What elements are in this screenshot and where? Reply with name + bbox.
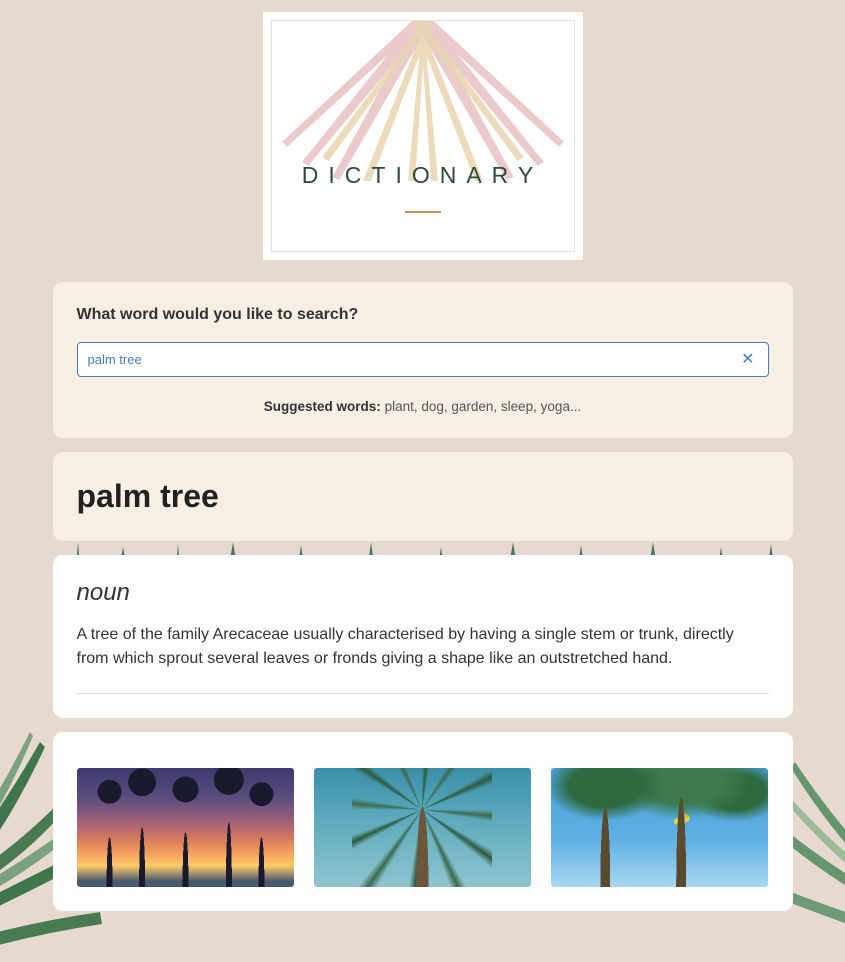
part-of-speech: noun [77,579,769,607]
suggestions-line: Suggested words: plant, dog, garden, sle… [77,399,769,414]
clear-search-button[interactable]: ✕ [737,348,758,372]
suggestions-label: Suggested words: [264,399,381,414]
definition-text: A tree of the family Arecaceae usually c… [77,623,769,671]
definition-divider [77,693,769,694]
logo-underline [405,211,441,213]
close-icon: ✕ [741,351,754,368]
search-input[interactable] [77,342,769,377]
search-card: What word would you like to search? ✕ Su… [53,282,793,438]
search-label: What word would you like to search? [77,306,769,324]
result-heading-card: palm tree [53,452,793,541]
palm-looking-up-image [314,768,531,887]
suggestions-text: plant, dog, garden, sleep, yoga... [381,399,581,414]
definition-card: noun A tree of the family Arecaceae usua… [53,555,793,718]
palm-sunset-image [77,768,294,887]
logo-title: DICTIONARY [302,162,543,189]
result-heading: palm tree [77,476,769,517]
gallery-card [53,732,793,911]
logo-card: DICTIONARY [263,12,583,260]
palm-beach-image [551,768,768,887]
logo-palm-leaves [272,21,574,181]
